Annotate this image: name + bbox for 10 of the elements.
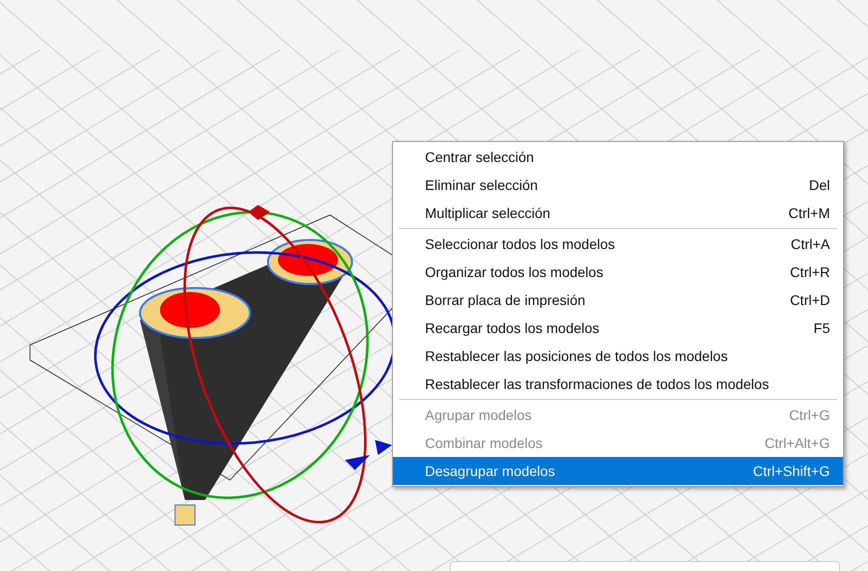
menu-item[interactable]: Eliminar selección Del	[393, 171, 843, 199]
menu-item[interactable]: Organizar todos los modelos Ctrl+R	[393, 258, 843, 286]
menu-item[interactable]: Multiplicar selección Ctrl+M	[393, 199, 843, 227]
menu-item[interactable]: Restablecer las posiciones de todos los modelos	[393, 342, 843, 370]
menu-item[interactable]: Borrar placa de impresión Ctrl+D	[393, 286, 843, 314]
menu-item[interactable]: Centrar selección	[393, 143, 843, 171]
menu-item[interactable]: Seleccionar todos los modelos Ctrl+A	[393, 230, 843, 258]
menu-item[interactable]: Recargar todos los modelos F5	[393, 314, 843, 342]
menu-item[interactable]: Desagrupar modelos Ctrl+Shift+G	[393, 457, 843, 485]
menu-item[interactable]: Restablecer las transformaciones de todos los modelos	[393, 370, 843, 398]
